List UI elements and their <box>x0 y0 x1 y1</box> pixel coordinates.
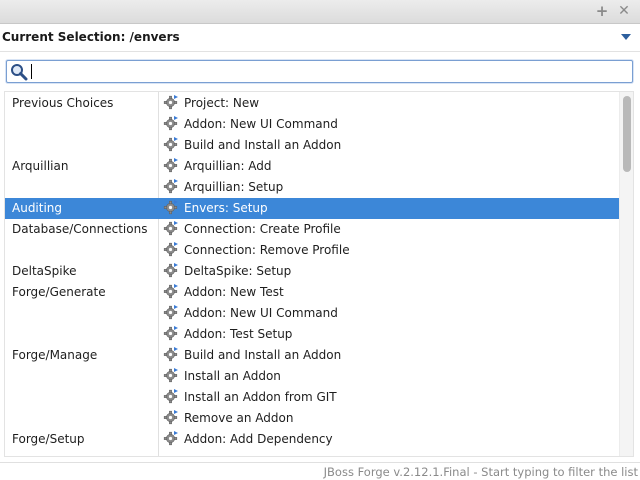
command-item[interactable]: Build and Install an Addon <box>159 135 619 156</box>
gear-icon <box>163 388 179 404</box>
category-column: Previous Choices Arquillian Auditing Databa… <box>5 92 159 456</box>
gear-icon <box>163 178 179 194</box>
category-item[interactable]: Forge/Generate <box>5 282 159 303</box>
command-item[interactable]: Addon: Test Setup <box>159 324 619 345</box>
command-item[interactable]: DeltaSpike: Setup <box>159 261 619 282</box>
gear-icon <box>163 304 179 320</box>
text-caret <box>31 64 32 79</box>
scrollbar-thumb[interactable] <box>623 96 631 172</box>
command-label: Addon: New Test <box>184 285 284 299</box>
command-label: Build and Install an Addon <box>184 138 342 152</box>
gear-icon <box>163 325 179 341</box>
gear-icon <box>163 136 179 152</box>
command-list-panel: Previous Choices Arquillian Auditing Databa… <box>4 91 634 457</box>
command-label: Connection: Create Profile <box>184 222 341 236</box>
triangle-down-icon[interactable] <box>621 34 631 40</box>
command-label: Connection: Remove Profile <box>184 243 350 257</box>
gear-icon <box>163 157 179 173</box>
command-item[interactable]: Install an Addon from GIT <box>159 387 619 408</box>
command-label: Install an Addon from GIT <box>184 390 337 404</box>
category-item[interactable]: Forge/Manage <box>5 345 159 366</box>
gear-icon <box>163 241 179 257</box>
command-label: Arquillian: Add <box>184 159 272 173</box>
command-item[interactable]: Install an Addon <box>159 366 619 387</box>
gear-icon <box>163 367 179 383</box>
category-item[interactable]: Forge/Setup <box>5 429 159 450</box>
category-item[interactable]: Auditing <box>5 198 159 219</box>
status-bar: JBoss Forge v.2.12.1.Final - Start typin… <box>0 462 640 480</box>
command-item[interactable]: Connection: Remove Profile <box>159 240 619 261</box>
command-item[interactable]: Addon: New UI Command <box>159 114 619 135</box>
command-label: DeltaSpike: Setup <box>184 264 292 278</box>
category-item[interactable]: DeltaSpike <box>5 261 159 282</box>
gear-icon <box>163 262 179 278</box>
current-selection-bar[interactable]: Current Selection: /envers <box>0 24 640 52</box>
command-item[interactable]: Arquillian: Setup <box>159 177 619 198</box>
gear-icon <box>163 94 179 110</box>
close-icon[interactable]: ✕ <box>616 3 632 19</box>
gear-icon <box>163 430 179 446</box>
command-item[interactable]: Addon: New UI Command <box>159 303 619 324</box>
command-item[interactable]: Remove an Addon <box>159 408 619 429</box>
command-item[interactable]: Envers: Setup <box>159 198 619 219</box>
status-text: JBoss Forge v.2.12.1.Final - Start typin… <box>323 465 638 479</box>
command-item[interactable]: Build and Install an Addon <box>159 345 619 366</box>
current-selection-label: Current Selection: /envers <box>2 30 180 44</box>
command-label: Project: New <box>184 96 260 110</box>
command-label: Build and Install an Addon <box>184 348 342 362</box>
command-item[interactable]: Addon: Add Dependency <box>159 429 619 450</box>
category-item[interactable]: Previous Choices <box>5 93 159 114</box>
vertical-scrollbar[interactable] <box>619 92 633 456</box>
category-item[interactable]: Database/Connections <box>5 219 159 240</box>
category-item[interactable]: Arquillian <box>5 156 159 177</box>
command-item[interactable]: Arquillian: Add <box>159 156 619 177</box>
command-label: Envers: Setup <box>184 201 268 215</box>
command-item[interactable]: Connection: Create Profile <box>159 219 619 240</box>
command-column: Project: New Addon: New UI Command Build a… <box>159 92 619 456</box>
magnifier-icon <box>11 64 28 81</box>
gear-icon <box>163 346 179 362</box>
gear-icon <box>163 115 179 131</box>
command-label: Install an Addon <box>184 369 281 383</box>
search-field[interactable] <box>6 60 633 83</box>
command-item[interactable]: Project: New <box>159 93 619 114</box>
command-label: Addon: Add Dependency <box>184 432 333 446</box>
command-item[interactable]: Addon: New Test <box>159 282 619 303</box>
command-label: Addon: New UI Command <box>184 117 338 131</box>
gear-icon <box>163 199 179 215</box>
search-input[interactable] <box>31 63 627 80</box>
command-label: Addon: Test Setup <box>184 327 293 341</box>
command-label: Addon: New UI Command <box>184 306 338 320</box>
plus-icon[interactable]: + <box>594 3 610 19</box>
gear-icon <box>163 220 179 236</box>
title-bar: + ✕ <box>0 0 640 24</box>
gear-icon <box>163 283 179 299</box>
command-label: Remove an Addon <box>184 411 294 425</box>
gear-icon <box>163 409 179 425</box>
command-label: Arquillian: Setup <box>184 180 284 194</box>
